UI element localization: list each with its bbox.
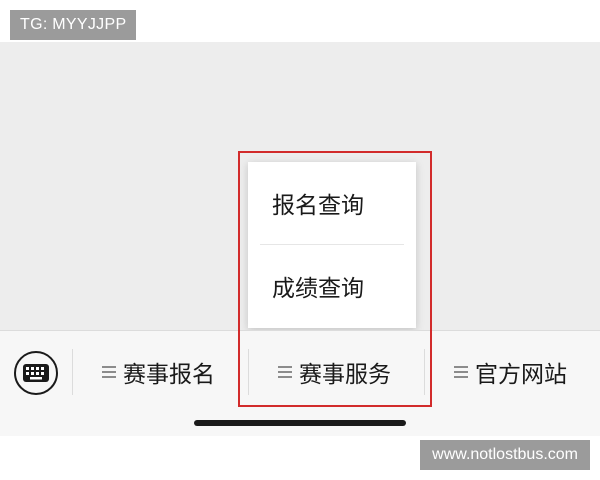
site-watermark: www.notlostbus.com: [420, 440, 590, 470]
submenu-item-registration-query[interactable]: 报名查询: [248, 162, 416, 244]
menu-item-event-registration[interactable]: 赛事报名: [102, 349, 215, 395]
wechat-official-account-screen: TG: MYYJJPP 报名查询 成绩查询 赛事报名 赛事服务 官方网站 www…: [0, 0, 600, 480]
menu-item-label: 官方网站: [475, 362, 567, 388]
submenu-item-label: 报名查询: [272, 193, 364, 219]
menu-lines-icon: [454, 363, 468, 381]
home-indicator[interactable]: [194, 420, 406, 426]
tg-watermark: TG: MYYJJPP: [10, 10, 137, 40]
menu-separator: [248, 349, 249, 395]
menu-separator: [424, 349, 425, 395]
service-submenu-popup: 报名查询 成绩查询: [248, 162, 416, 328]
menu-item-event-services[interactable]: 赛事服务: [278, 349, 391, 395]
menu-lines-icon: [102, 363, 116, 381]
submenu-item-score-query[interactable]: 成绩查询: [248, 245, 416, 327]
menu-item-label: 赛事服务: [299, 362, 391, 388]
submenu-item-label: 成绩查询: [272, 276, 364, 302]
keyboard-separator: [72, 349, 73, 395]
menu-lines-icon: [278, 363, 292, 381]
keyboard-icon: [23, 364, 49, 382]
menu-item-label: 赛事报名: [123, 362, 215, 388]
menu-item-official-website[interactable]: 官方网站: [454, 349, 567, 395]
keyboard-toggle-button[interactable]: [14, 351, 58, 395]
